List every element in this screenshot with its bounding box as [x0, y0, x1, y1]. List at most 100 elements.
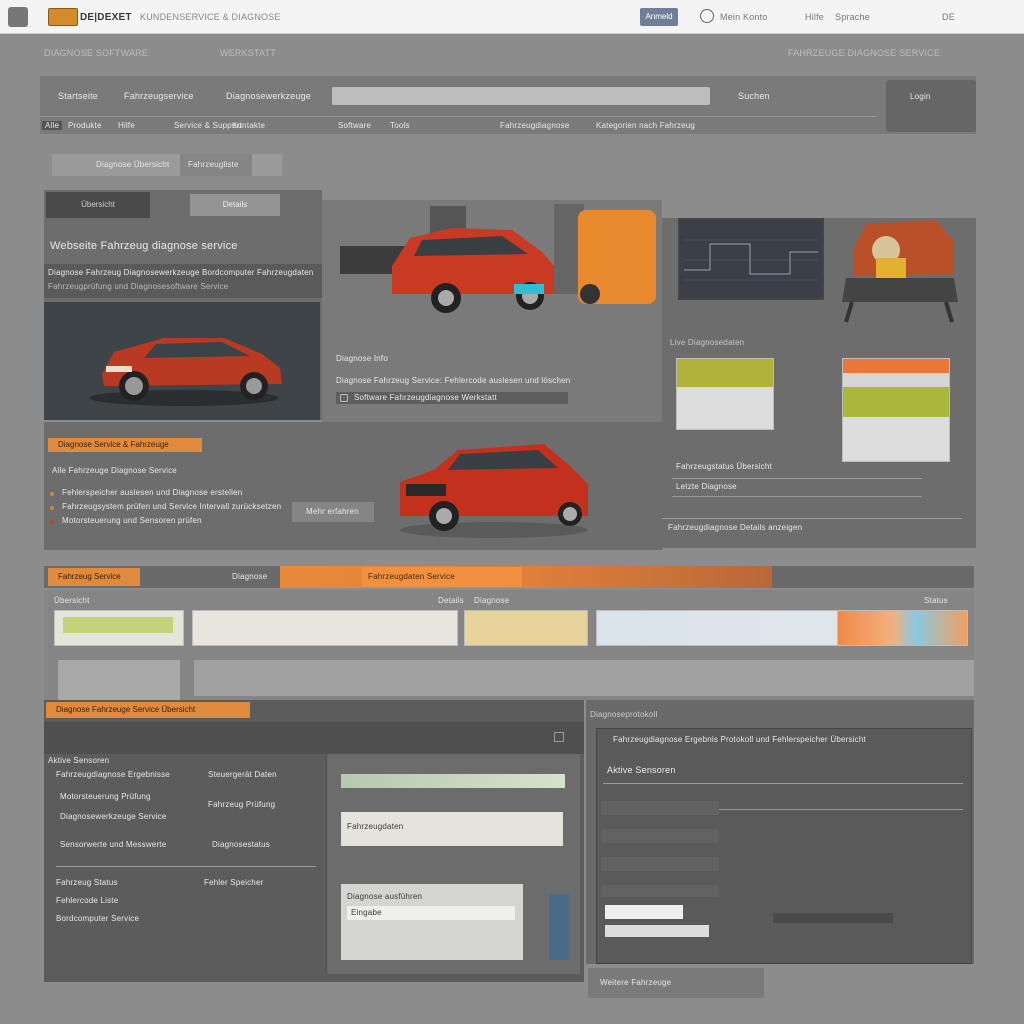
left-row-7[interactable]: Bordcomputer Service [56, 914, 206, 923]
red-hatchback-illustration [89, 338, 282, 406]
mechanic-illustration [842, 220, 958, 323]
main-nav: Startseite Fahrzeugservice Diagnosewerkz… [40, 76, 976, 134]
subnav-item-all[interactable]: Alle [42, 121, 63, 130]
bottom-left-panel: Diagnose Fahrzeuge Service Übersicht Akt… [44, 700, 584, 982]
log-button[interactable] [773, 913, 893, 923]
mid-row-1[interactable]: Steuergerät Daten [208, 770, 328, 779]
strip-card-1[interactable] [58, 660, 180, 700]
dialog-field[interactable]: Fahrzeugdaten [341, 812, 563, 846]
account-link[interactable]: Mein Konto [720, 12, 768, 22]
right-panel-line2: Letzte Diagnose [676, 482, 737, 491]
strip-bar: Fahrzeug Service Diagnose Fahrzeugdaten … [44, 566, 974, 588]
strip-thumb-1[interactable] [54, 610, 184, 646]
bottom-toolbar [44, 722, 584, 754]
thumb-report-1-header [677, 359, 773, 387]
right-panel-label: Live Diagnosedaten [670, 338, 745, 347]
search-input[interactable] [332, 87, 710, 105]
hero-text-line2: Fahrzeugprüfung und Diagnosesoftware Ser… [48, 282, 229, 291]
scrollbar[interactable] [549, 894, 569, 960]
sign-in-button[interactable]: Anmeld [640, 8, 678, 26]
strip-tab-1[interactable]: Fahrzeug Service [48, 568, 140, 586]
mid-link-text: Software Fahrzeugdiagnose Werkstatt [354, 393, 497, 402]
subnav-item-products[interactable]: Produkte [68, 121, 102, 130]
search-button[interactable]: Suchen [738, 91, 770, 101]
thumb-report-1[interactable] [676, 358, 774, 430]
account-icon[interactable] [700, 9, 714, 23]
bottom-right-panel: Diagnoseprotokoll Fahrzeugdiagnose Ergeb… [586, 700, 974, 964]
log-input-1[interactable] [605, 905, 683, 919]
strip-active-tab[interactable]: Fahrzeugdaten Service [362, 567, 522, 587]
left-row-3[interactable]: Diagnosewerkzeuge Service [60, 812, 210, 821]
strip-thumb-4[interactable] [596, 610, 968, 646]
mid-link-bar[interactable]: Software Fahrzeugdiagnose Werkstatt [336, 392, 568, 404]
thumb-report-2[interactable] [842, 358, 950, 462]
progress-bar [341, 774, 565, 788]
promo-button[interactable]: Mehr erfahren [292, 502, 374, 522]
strip-thumb-1-fill [63, 617, 173, 633]
brand-name: DE|DEXET [80, 12, 132, 23]
hero-center-panel: Diagnose Info Diagnose Fahrzeug Service:… [322, 200, 662, 422]
language-code[interactable]: DE [942, 12, 955, 22]
oscilloscope-graph-icon [680, 220, 822, 298]
tab-vehicles[interactable]: Fahrzeugliste [180, 154, 252, 176]
left-row-4[interactable]: Sensorwerte und Messwerte [60, 840, 210, 849]
mid-row-4[interactable]: Fehler Speicher [204, 878, 324, 887]
promo-heading: Alle Fahrzeuge Diagnose Service [52, 466, 177, 475]
bottom-right-label: Diagnoseprotokoll [590, 710, 658, 719]
thumbnail-strip: Übersicht Details Diagnose Status [44, 590, 974, 700]
language-link[interactable]: Sprache [835, 12, 870, 22]
hero-right-panel: Live Diagnosedaten Fahrzeugstatus Übersi… [662, 218, 976, 548]
subnav-item-software[interactable]: Software [338, 121, 371, 130]
log-input-2[interactable] [605, 925, 709, 937]
car-image [44, 302, 320, 420]
right-divider-3 [662, 518, 962, 519]
footer-link[interactable]: Weitere Fahrzeuge [588, 968, 764, 998]
subnav-item-categories[interactable]: Kategorien nach Fahrzeug [596, 121, 695, 130]
monitor-screen [678, 218, 824, 300]
header-right-label: FAHRZEUGE DIAGNOSE SERVICE [788, 48, 941, 58]
log-title: Fahrzeugdiagnose Ergebnis Protokoll und … [613, 735, 866, 744]
login-button[interactable]: Login [886, 80, 976, 132]
promo-bullet-1: Fehlerspeicher auslesen und Diagnose ers… [62, 488, 243, 497]
subnav-item-diagnostics[interactable]: Fahrzeugdiagnose [500, 121, 569, 130]
bottom-section-label: Aktive Sensoren [48, 756, 110, 765]
mid-row-2[interactable]: Fahrzeug Prüfung [208, 800, 328, 809]
left-row-1[interactable]: Fahrzeugdiagnose Ergebnisse [56, 770, 206, 779]
tab-button-group: Diagnose Übersicht Fahrzeugliste [52, 154, 282, 176]
subnav-item-tools[interactable]: Tools [390, 121, 410, 130]
help-link[interactable]: Hilfe [805, 12, 824, 22]
strip-card-2[interactable] [194, 660, 974, 696]
nav-item-home[interactable]: Startseite [58, 91, 98, 101]
bottom-badge: Diagnose Fahrzeuge Service Übersicht [46, 702, 250, 718]
expand-icon[interactable] [554, 732, 564, 742]
tab-inactive[interactable]: Details [190, 194, 280, 216]
login-button-label: Login [910, 92, 931, 101]
left-row-5[interactable]: Fahrzeug Status [56, 878, 206, 887]
promo-badge: Diagnose Service & Fahrzeuge [48, 438, 202, 452]
bullet-icon [50, 492, 54, 496]
log-heading: Aktive Sensoren [607, 765, 676, 775]
subnav-item-help[interactable]: Hilfe [118, 121, 135, 130]
hero-text-line1: Diagnose Fahrzeug Diagnosewerkzeuge Bord… [48, 268, 314, 277]
tab-active[interactable]: Übersicht [46, 192, 150, 218]
nav-item-service[interactable]: Fahrzeugservice [124, 91, 194, 101]
right-divider-2 [672, 496, 922, 497]
bottom-mid-pane: Fahrzeugdaten Diagnose ausführen Eingabe [326, 754, 580, 974]
tab-overview[interactable]: Diagnose Übersicht [96, 160, 169, 169]
left-row-6[interactable]: Fehlercode Liste [56, 896, 206, 905]
subnav-item-contacts[interactable]: Kontakte [232, 121, 265, 130]
dialog-input[interactable]: Eingabe [347, 906, 515, 920]
log-list[interactable] [601, 787, 719, 897]
promo-bullet-2: Fahrzeugsystem prüfen und Service Interv… [62, 502, 282, 511]
strip-tab-2[interactable]: Diagnose [232, 572, 267, 581]
strip-thumb-3[interactable] [464, 610, 588, 646]
dialog-title: Diagnose ausführen [347, 892, 423, 901]
left-row-2[interactable]: Motorsteuerung Prüfung [60, 792, 210, 801]
nav-item-tools[interactable]: Diagnosewerkzeuge [226, 91, 311, 101]
mid-row-3[interactable]: Diagnosestatus [212, 840, 332, 849]
dialog-field-label: Fahrzeugdaten [347, 822, 404, 831]
strip-thumb-2[interactable] [192, 610, 458, 646]
right-panel-footer[interactable]: Fahrzeugdiagnose Details anzeigen [668, 523, 802, 532]
dialog-box: Diagnose ausführen Eingabe [341, 884, 523, 960]
app-logo-icon[interactable] [8, 7, 28, 27]
